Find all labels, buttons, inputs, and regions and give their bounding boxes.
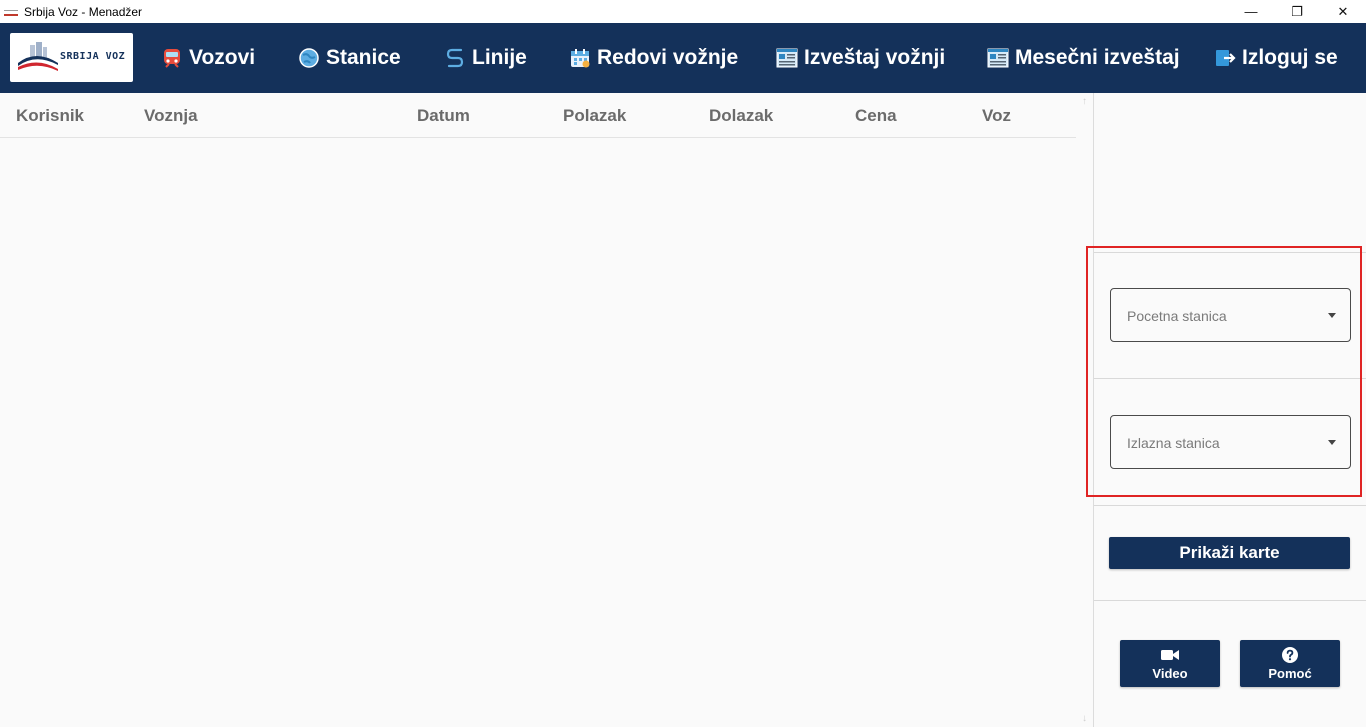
help-button[interactable]: Pomoć [1240, 640, 1340, 687]
report-icon [776, 47, 798, 69]
panel-divider [1094, 505, 1366, 506]
srbija-voz-logo: SRBIJA VOZ [10, 33, 133, 82]
nav-izvestaj-voznji-label: Izveštaj vožnji [804, 46, 946, 69]
window-title: Srbija Voz - Menadžer [24, 4, 143, 19]
panel-divider [1094, 600, 1366, 601]
logout-icon [1214, 47, 1236, 69]
nav-stanice-label: Stanice [326, 46, 401, 69]
logo-graphic [18, 42, 58, 71]
start-station-placeholder: Pocetna stanica [1127, 308, 1227, 324]
table-vertical-scrollbar[interactable]: ↑ ↓ [1076, 93, 1093, 727]
window-titlebar: Srbija Voz - Menadžer — ❐ ✕ [0, 0, 1366, 23]
table-header-row: Korisnik Voznja Datum Polazak Dolazak Ce… [0, 93, 1076, 138]
filter-panel: Pocetna stanica Izlazna stanica Prikaži … [1093, 93, 1366, 727]
column-header-cena[interactable]: Cena [855, 106, 897, 126]
app-icon [4, 7, 20, 17]
video-button[interactable]: Video [1120, 640, 1220, 687]
column-header-datum[interactable]: Datum [417, 106, 470, 126]
nav-izvestaj-voznji[interactable]: Izveštaj vožnji [776, 23, 945, 93]
minimize-button[interactable]: — [1228, 0, 1274, 23]
scroll-down-arrow-icon[interactable]: ↓ [1080, 714, 1089, 724]
route-icon [444, 47, 466, 69]
nav-mesecni-izvestaj-label: Mesečni izveštaj [1015, 46, 1180, 69]
nav-stanice[interactable]: Stanice [298, 23, 401, 93]
nav-izloguj-se-label: Izloguj se [1242, 46, 1338, 69]
help-question-icon [1282, 646, 1298, 664]
column-header-korisnik[interactable]: Korisnik [16, 106, 84, 126]
end-station-placeholder: Izlazna stanica [1127, 435, 1220, 451]
main-navbar: SRBIJA VOZ Vozovi Stanice Linije Redovi … [0, 23, 1366, 93]
dropdown-caret-icon [1328, 313, 1336, 318]
help-button-label: Pomoć [1268, 666, 1312, 681]
column-header-dolazak[interactable]: Dolazak [709, 106, 773, 126]
column-header-polazak[interactable]: Polazak [563, 106, 626, 126]
video-camera-icon [1161, 646, 1179, 664]
show-tickets-button[interactable]: Prikaži karte [1109, 537, 1350, 569]
nav-redovi-voznje[interactable]: Redovi vožnje [569, 23, 738, 93]
train-icon [161, 47, 183, 69]
panel-divider [1094, 378, 1366, 379]
nav-redovi-voznje-label: Redovi vožnje [597, 46, 739, 69]
nav-mesecni-izvestaj[interactable]: Mesečni izveštaj [987, 23, 1180, 93]
nav-vozovi-label: Vozovi [189, 46, 256, 69]
close-button[interactable]: ✕ [1320, 0, 1366, 23]
window-controls: — ❐ ✕ [1228, 0, 1366, 23]
start-station-select[interactable]: Pocetna stanica [1110, 288, 1351, 342]
globe-icon [298, 47, 320, 69]
column-header-voz[interactable]: Voz [982, 106, 1011, 126]
restore-button[interactable]: ❐ [1274, 0, 1320, 23]
scroll-up-arrow-icon[interactable]: ↑ [1080, 97, 1089, 107]
column-header-voznja[interactable]: Voznja [144, 106, 198, 126]
panel-divider [1094, 252, 1366, 253]
calendar-icon [569, 47, 591, 69]
logo-text: SRBIJA VOZ [60, 51, 126, 62]
nav-vozovi[interactable]: Vozovi [161, 23, 255, 93]
tickets-table: Korisnik Voznja Datum Polazak Dolazak Ce… [0, 93, 1093, 727]
nav-linije-label: Linije [472, 46, 527, 69]
nav-izloguj-se[interactable]: Izloguj se [1214, 23, 1338, 93]
dropdown-caret-icon [1328, 440, 1336, 445]
monthly-report-icon [987, 47, 1009, 69]
end-station-select[interactable]: Izlazna stanica [1110, 415, 1351, 469]
video-button-label: Video [1152, 666, 1188, 681]
nav-linije[interactable]: Linije [444, 23, 527, 93]
